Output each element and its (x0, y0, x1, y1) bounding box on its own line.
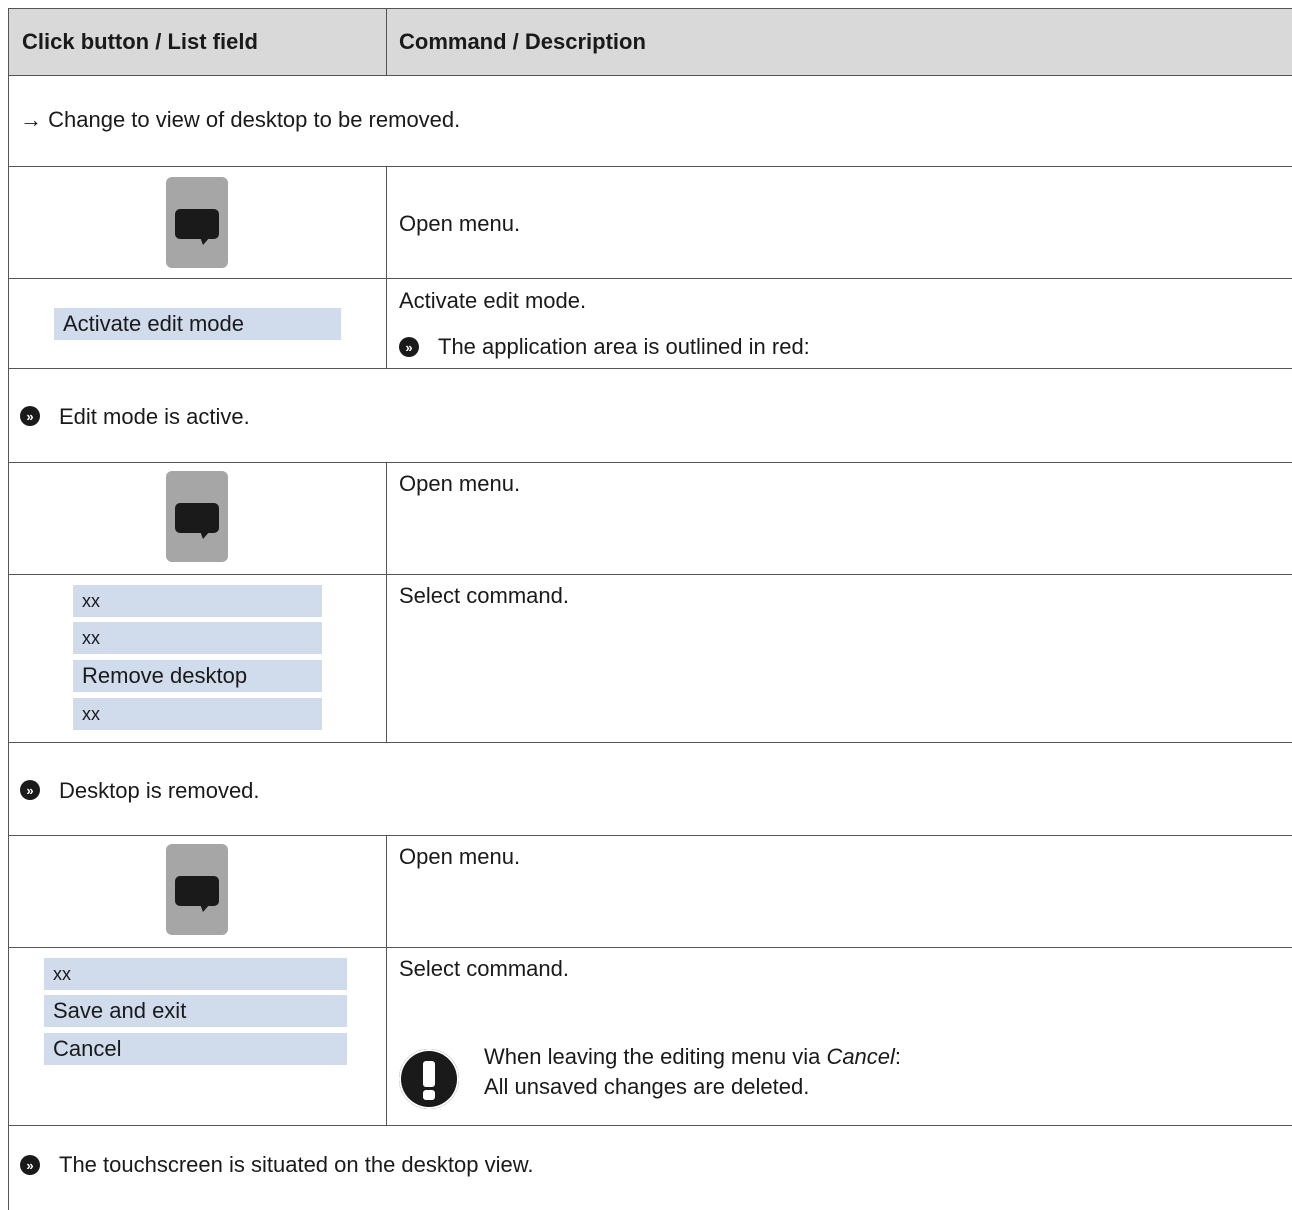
result-arrow-icon: » (20, 780, 40, 800)
speech-bubble-tail (200, 531, 210, 539)
result-arrow-icon: » (399, 337, 419, 357)
table-left-border (8, 8, 9, 1210)
row-divider (8, 166, 1292, 167)
menu-button[interactable] (166, 844, 228, 935)
list-item-xx[interactable]: xx (44, 958, 347, 990)
activate-edit-mode-list-field[interactable]: Activate edit mode (54, 308, 341, 340)
select-command-description: Select command. (399, 956, 569, 981)
exclamation-dot (423, 1090, 435, 1100)
column-divider (386, 166, 387, 368)
result-arrow-icon: » (20, 406, 40, 426)
open-menu-description: Open menu. (399, 471, 521, 496)
row-divider (8, 742, 1292, 743)
list-item-xx[interactable]: xx (73, 698, 322, 730)
menu-button[interactable] (166, 177, 228, 268)
row-divider (8, 574, 1292, 575)
final-result-text: The touchscreen is situated on the deskt… (59, 1152, 534, 1177)
warning-note-prefix: When leaving the editing menu via (484, 1044, 827, 1069)
intro-text: Change to view of desktop to be removed. (48, 107, 461, 132)
table-top-border (8, 8, 1292, 9)
warning-note-line1: When leaving the editing menu via Cancel… (484, 1044, 901, 1070)
menu-button[interactable] (166, 471, 228, 562)
column-divider (386, 8, 387, 75)
list-item-xx[interactable]: xx (73, 585, 322, 617)
result-arrow-icon: » (20, 1155, 40, 1175)
select-command-description: Select command. (399, 583, 569, 608)
activate-description: Activate edit mode. (399, 288, 587, 313)
warning-note-line2: All unsaved changes are deleted. (484, 1074, 810, 1099)
speech-bubble-tail (200, 237, 210, 245)
edit-active-result-text: Edit mode is active. (59, 404, 250, 429)
list-item-xx[interactable]: xx (73, 622, 322, 654)
open-menu-description: Open menu. (399, 211, 521, 236)
row-divider (8, 75, 1292, 76)
menu-speech-bubble-icon (175, 209, 219, 239)
row-divider (8, 1125, 1292, 1126)
remove-desktop-list-field[interactable]: Remove desktop (73, 660, 322, 692)
intro-instruction: → Change to view of desktop to be remove… (20, 107, 460, 133)
removed-result-text: Desktop is removed. (59, 778, 260, 803)
exclamation-bar (423, 1061, 435, 1087)
row-divider (8, 278, 1292, 279)
exclamation-warning-icon (399, 1049, 459, 1109)
menu-speech-bubble-icon (175, 876, 219, 906)
warning-note-suffix: : (894, 1044, 902, 1069)
arrow-icon: → (20, 107, 42, 132)
warning-note-cancel: Cancel (826, 1044, 895, 1069)
row-divider (8, 462, 1292, 463)
row-divider (8, 947, 1292, 948)
header-command-description: Command / Description (399, 28, 646, 54)
save-and-exit-list-field[interactable]: Save and exit (44, 995, 347, 1027)
activate-result-text: The application area is outlined in red: (438, 334, 810, 359)
row-divider (8, 368, 1292, 369)
speech-bubble-tail (200, 904, 210, 912)
header-click-button-list-field: Click button / List field (22, 28, 258, 54)
row-divider (8, 835, 1292, 836)
column-divider (386, 835, 387, 1125)
column-divider (386, 462, 387, 742)
open-menu-description: Open menu. (399, 844, 521, 869)
cancel-list-field[interactable]: Cancel (44, 1033, 347, 1065)
menu-speech-bubble-icon (175, 503, 219, 533)
